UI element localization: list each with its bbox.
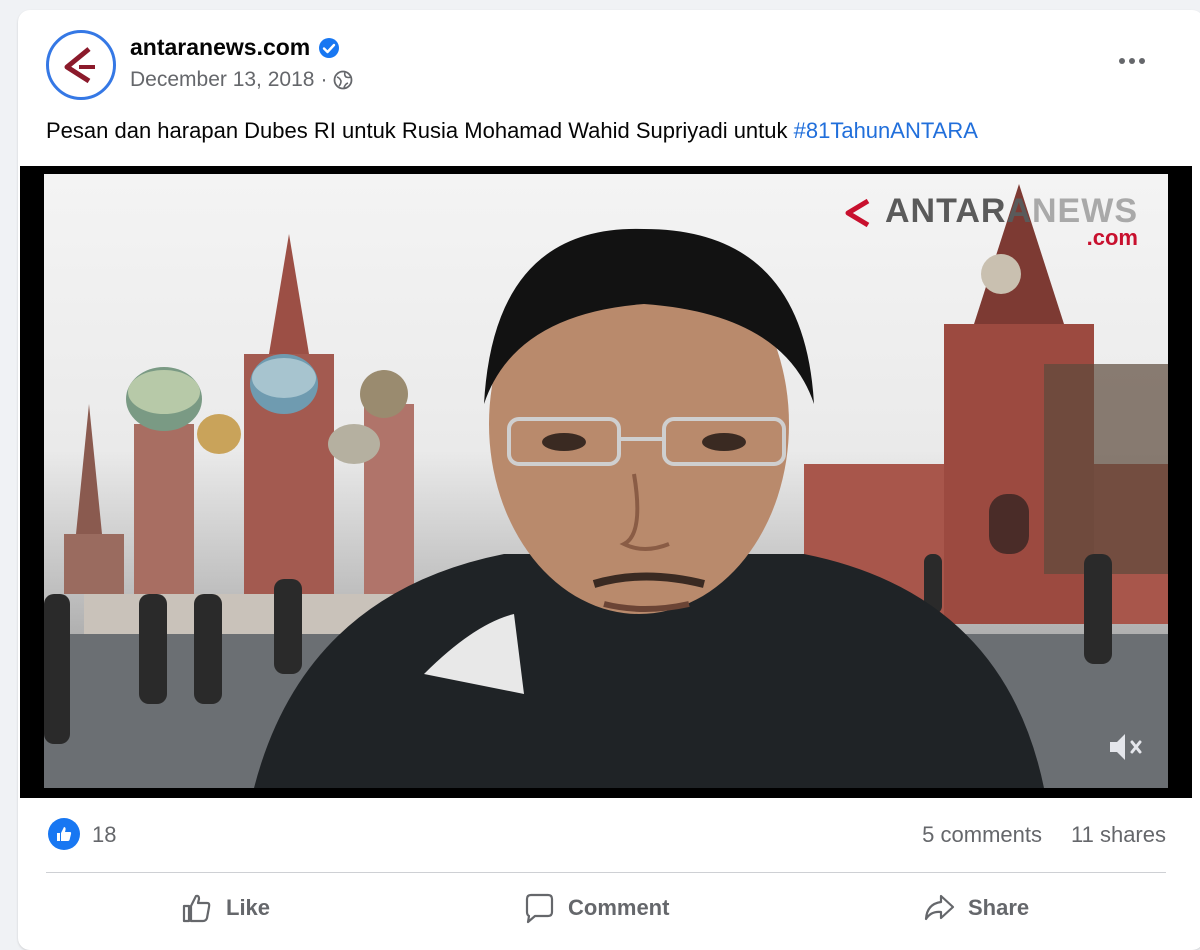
page-name-row: antaranews.com <box>130 34 340 61</box>
video-frame[interactable]: ANTARANEWS .com <box>44 174 1168 788</box>
video-watermark: ANTARANEWS .com <box>842 192 1138 251</box>
video-scene <box>44 184 1168 788</box>
like-reaction-thumb-icon <box>57 827 72 841</box>
comment-bubble-icon <box>525 893 554 924</box>
video-player[interactable]: ANTARANEWS .com <box>20 166 1192 798</box>
share-button[interactable]: Share <box>922 886 1029 930</box>
comments-count[interactable]: 5 comments <box>922 822 1042 848</box>
actions-divider <box>46 872 1166 873</box>
more-options-icon <box>1119 58 1125 64</box>
more-options-dot <box>1139 58 1145 64</box>
post-actions: Like Comment Share <box>18 880 1200 936</box>
more-options-button[interactable] <box>1112 48 1152 74</box>
more-options-dot <box>1129 58 1135 64</box>
post-card: antaranews.com December 13, 2018 · Pesan… <box>18 10 1200 950</box>
post-meta: December 13, 2018 · <box>130 68 353 92</box>
share-arrow-icon <box>924 894 955 921</box>
antara-watermark-logo-icon <box>845 198 870 228</box>
like-button[interactable]: Like <box>180 886 270 930</box>
meta-separator: · <box>320 68 328 91</box>
caption-text: Pesan dan harapan Dubes RI untuk Rusia M… <box>46 118 794 143</box>
like-button-label: Like <box>226 895 271 920</box>
like-count[interactable]: 18 <box>92 822 116 848</box>
like-thumb-icon <box>182 894 211 923</box>
post-caption: Pesan dan harapan Dubes RI untuk Rusia M… <box>46 118 978 144</box>
like-reaction-icon[interactable] <box>48 818 80 850</box>
watermark-antara: ANTARA <box>884 192 1032 230</box>
share-button-label: Share <box>968 895 1030 920</box>
post-stats: 18 5 comments 11 shares <box>18 810 1200 860</box>
page-name[interactable]: antaranews.com <box>130 34 310 61</box>
shares-count[interactable]: 11 shares <box>1071 822 1166 848</box>
page-avatar[interactable] <box>46 30 116 100</box>
hashtag-link[interactable]: #81TahunANTARA <box>794 118 978 143</box>
mute-button[interactable] <box>1106 730 1146 764</box>
comment-button[interactable]: Comment <box>522 886 669 930</box>
mute-icon <box>1110 734 1142 760</box>
antara-logo-icon <box>64 47 95 84</box>
comment-button-label: Comment <box>568 895 670 920</box>
globe-icon <box>334 70 353 90</box>
post-date[interactable]: December 13, 2018 <box>130 68 314 92</box>
verified-badge-icon <box>319 37 340 58</box>
post-header: antaranews.com December 13, 2018 · <box>18 10 1200 110</box>
